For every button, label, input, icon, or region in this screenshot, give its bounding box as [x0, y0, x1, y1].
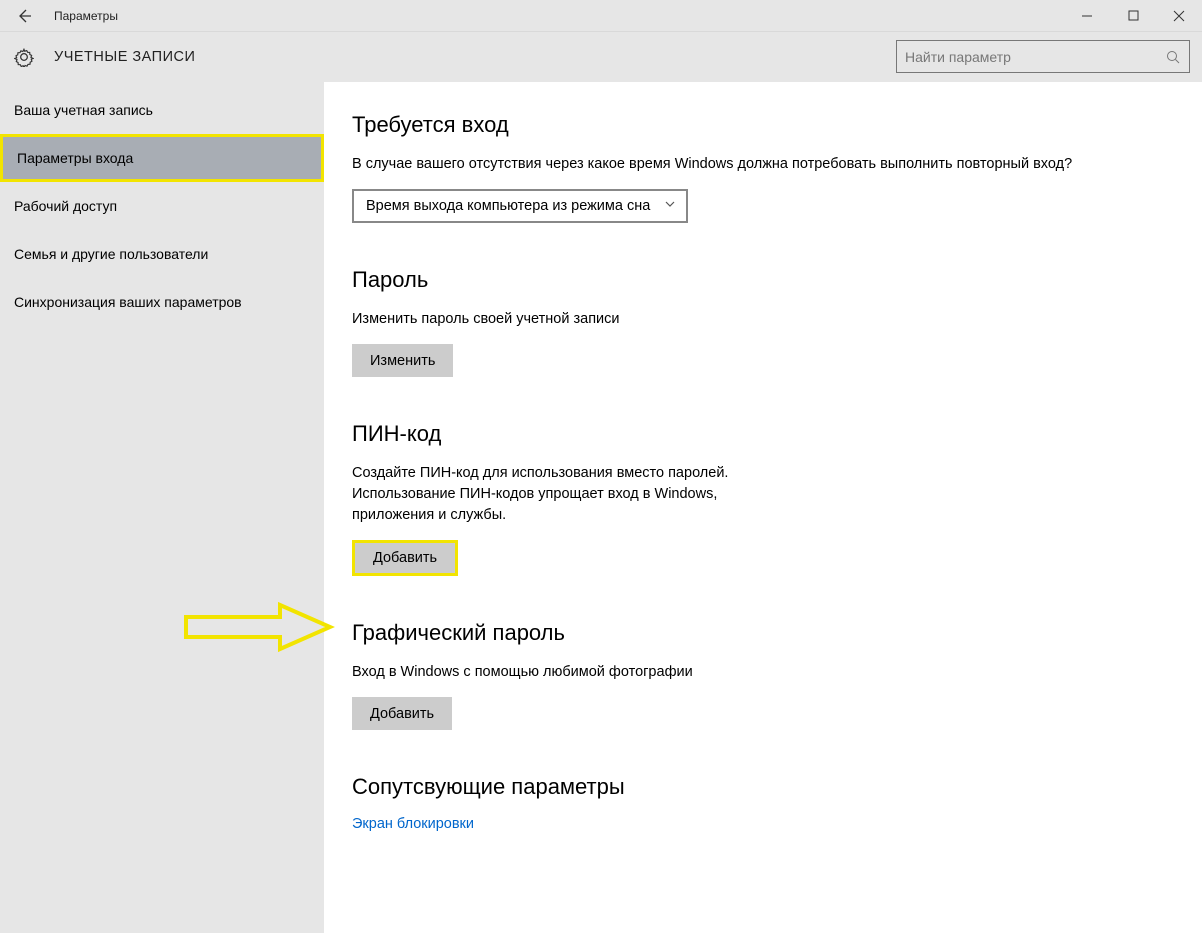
- related-block: Сопутсвующие параметры Экран блокировки: [352, 774, 1202, 832]
- signin-desc: В случае вашего отсутствия через какое в…: [352, 154, 1092, 175]
- pin-add-highlight: Добавить: [352, 540, 458, 576]
- lock-screen-link[interactable]: Экран блокировки: [352, 816, 1202, 832]
- section-title: УЧЕТНЫЕ ЗАПИСИ: [54, 49, 195, 65]
- sidebar-item-account[interactable]: Ваша учетная запись: [0, 86, 324, 134]
- content: Требуется вход В случае вашего отсутстви…: [324, 82, 1202, 933]
- sidebar-item-family[interactable]: Семья и другие пользователи: [0, 230, 324, 278]
- add-picture-password-button[interactable]: Добавить: [352, 697, 452, 730]
- pin-block: ПИН-код Создайте ПИН-код для использован…: [352, 421, 1202, 576]
- titlebar: Параметры: [0, 0, 1202, 32]
- minimize-button[interactable]: [1064, 0, 1110, 32]
- settings-gear-icon[interactable]: [12, 45, 36, 69]
- picture-desc: Вход в Windows с помощью любимой фотогра…: [352, 662, 1092, 683]
- sidebar: Ваша учетная запись Параметры входа Рабо…: [0, 82, 324, 933]
- sidebar-item-label: Синхронизация ваших параметров: [14, 294, 242, 310]
- maximize-button[interactable]: [1110, 0, 1156, 32]
- window-title: Параметры: [48, 9, 118, 23]
- arrow-left-icon: [16, 8, 32, 24]
- back-button[interactable]: [0, 0, 48, 32]
- gear-icon: [14, 47, 34, 67]
- sidebar-item-label: Параметры входа: [17, 150, 133, 166]
- sidebar-item-work-access[interactable]: Рабочий доступ: [0, 182, 324, 230]
- change-password-button[interactable]: Изменить: [352, 344, 453, 377]
- sidebar-item-signin-options[interactable]: Параметры входа: [0, 134, 324, 182]
- signin-timeout-dropdown[interactable]: Время выхода компьютера из режима сна: [352, 189, 688, 223]
- pin-desc: Создайте ПИН-код для использования вмест…: [352, 463, 772, 526]
- password-heading: Пароль: [352, 267, 1202, 293]
- sidebar-item-label: Ваша учетная запись: [14, 102, 153, 118]
- sidebar-item-label: Семья и другие пользователи: [14, 246, 208, 262]
- sidebar-item-sync[interactable]: Синхронизация ваших параметров: [0, 278, 324, 326]
- picture-password-block: Графический пароль Вход в Windows с помо…: [352, 620, 1202, 730]
- signin-heading: Требуется вход: [352, 112, 1202, 138]
- dropdown-value: Время выхода компьютера из режима сна: [366, 198, 650, 214]
- add-pin-button[interactable]: Добавить: [355, 543, 455, 573]
- header: УЧЕТНЫЕ ЗАПИСИ: [0, 32, 1202, 82]
- minimize-icon: [1081, 10, 1093, 22]
- related-heading: Сопутсвующие параметры: [352, 774, 1202, 800]
- password-desc: Изменить пароль своей учетной записи: [352, 309, 1092, 330]
- signin-required-block: Требуется вход В случае вашего отсутстви…: [352, 112, 1202, 223]
- search-box[interactable]: [896, 40, 1190, 73]
- chevron-down-icon: [664, 198, 676, 214]
- maximize-icon: [1128, 10, 1139, 21]
- search-input[interactable]: [905, 49, 1165, 65]
- search-icon: [1165, 49, 1181, 65]
- password-block: Пароль Изменить пароль своей учетной зап…: [352, 267, 1202, 377]
- pin-heading: ПИН-код: [352, 421, 1202, 447]
- close-icon: [1173, 10, 1185, 22]
- picture-heading: Графический пароль: [352, 620, 1202, 646]
- sidebar-item-label: Рабочий доступ: [14, 198, 117, 214]
- close-button[interactable]: [1156, 0, 1202, 32]
